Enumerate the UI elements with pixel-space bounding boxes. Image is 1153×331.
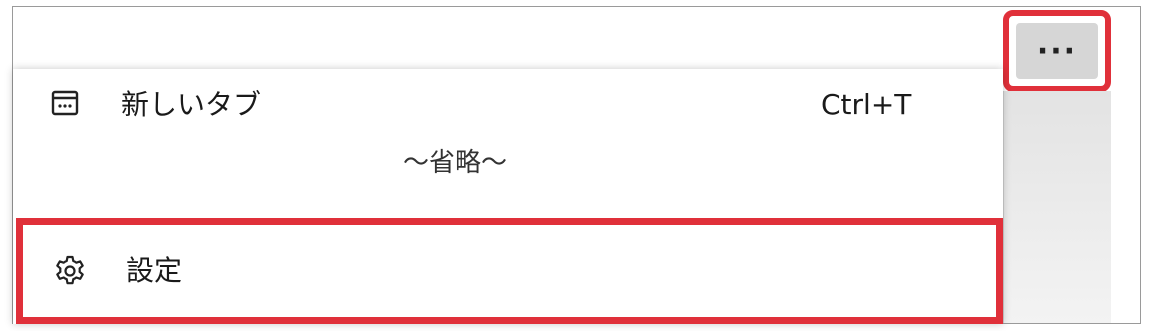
menu-item-new-tab[interactable]: 新しいタブ Ctrl+T	[13, 79, 1003, 139]
page-content-behind-menu	[1003, 91, 1111, 323]
browser-toolbar	[13, 7, 1140, 69]
menu-item-settings-label: 設定	[126, 254, 183, 287]
menu-item-new-tab-label: 新しいタブ	[121, 88, 262, 121]
menu-item-settings[interactable]: 設定	[16, 218, 1003, 324]
more-button-highlight: ···	[1003, 10, 1111, 92]
menu-item-new-tab-shortcut: Ctrl+T	[821, 88, 912, 121]
settings-and-more-button[interactable]: ···	[1016, 23, 1098, 79]
settings-and-more-menu: 新しいタブ Ctrl+T ～省略～ 設定	[13, 69, 1003, 324]
browser-window: ··· 新しいタブ Ctrl+T ～省略～ 設定	[12, 6, 1141, 324]
gear-icon	[56, 255, 84, 285]
omission-note: ～省略～	[403, 148, 508, 178]
new-tab-icon	[51, 90, 79, 116]
